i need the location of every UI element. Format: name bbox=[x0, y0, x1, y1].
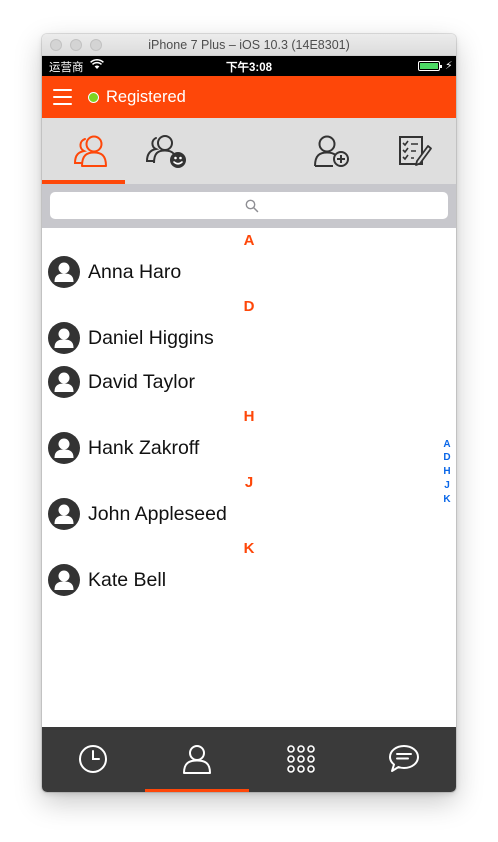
avatar bbox=[48, 564, 80, 596]
simulator-window: iPhone 7 Plus – iOS 10.3 (14E8301) 运营商 下… bbox=[42, 34, 456, 792]
tab-contacts-bottom[interactable] bbox=[145, 727, 248, 792]
section-header-a: A bbox=[243, 232, 255, 249]
index-letter-d[interactable]: D bbox=[440, 452, 454, 463]
avatar bbox=[48, 366, 80, 398]
contact-row-david-taylor[interactable]: David Taylor bbox=[42, 362, 432, 402]
contact-person-icon bbox=[183, 745, 211, 774]
bottom-tab-bar bbox=[42, 727, 456, 792]
tab-contacts[interactable] bbox=[42, 118, 125, 184]
chat-bubble-icon bbox=[389, 745, 419, 772]
status-bar: 运营商 下午3:08 ⚡ bbox=[42, 56, 456, 76]
tab-messages[interactable] bbox=[352, 727, 455, 792]
contact-name: Anna Haro bbox=[88, 261, 182, 283]
contact-row-hank-zakroff[interactable]: Hank Zakroff bbox=[42, 428, 432, 468]
contact-name: Hank Zakroff bbox=[88, 437, 200, 459]
tab-add-contact[interactable] bbox=[290, 118, 373, 184]
search-icon bbox=[245, 199, 259, 213]
active-bottom-tab-indicator bbox=[145, 789, 249, 792]
tab-history[interactable] bbox=[42, 727, 145, 792]
contact-name: David Taylor bbox=[88, 371, 195, 393]
index-letter-j[interactable]: J bbox=[440, 480, 454, 491]
charging-bolt-icon: ⚡ bbox=[445, 60, 453, 72]
contact-row-daniel-higgins[interactable]: Daniel Higgins bbox=[42, 318, 432, 358]
contact-row-john-appleseed[interactable]: John Appleseed bbox=[42, 494, 432, 534]
window-titlebar: iPhone 7 Plus – iOS 10.3 (14E8301) bbox=[42, 34, 456, 56]
add-contact-icon bbox=[314, 135, 349, 167]
avatar bbox=[48, 322, 80, 354]
contacts-icon bbox=[73, 135, 107, 167]
registration-status-label: Registered bbox=[106, 88, 186, 106]
contact-row-kate-bell[interactable]: Kate Bell bbox=[42, 560, 432, 600]
section-header-k: K bbox=[243, 540, 255, 557]
index-letter-h[interactable]: H bbox=[440, 466, 454, 477]
search-bar bbox=[42, 184, 456, 228]
dialpad-icon bbox=[287, 745, 315, 773]
tab-buddies[interactable] bbox=[125, 118, 208, 184]
window-title: iPhone 7 Plus – iOS 10.3 (14E8301) bbox=[148, 38, 350, 52]
registration-status-dot bbox=[88, 92, 99, 103]
avatar bbox=[48, 256, 80, 288]
section-header-j: J bbox=[244, 474, 254, 491]
clock-icon bbox=[79, 745, 107, 773]
contact-row-anna-haro[interactable]: Anna Haro bbox=[42, 252, 432, 292]
contact-name: John Appleseed bbox=[88, 503, 227, 525]
avatar bbox=[48, 498, 80, 530]
index-letter-a[interactable]: A bbox=[440, 439, 454, 450]
battery-icon bbox=[418, 61, 442, 71]
section-header-h: H bbox=[243, 408, 255, 425]
section-header-d: D bbox=[243, 298, 255, 315]
contact-list: A Anna Haro D Daniel Higgins David Taylo… bbox=[42, 228, 456, 727]
tab-checklist[interactable] bbox=[373, 118, 456, 184]
hamburger-menu-icon[interactable] bbox=[52, 86, 74, 108]
search-input[interactable] bbox=[50, 192, 448, 219]
status-time: 下午3:08 bbox=[225, 62, 273, 74]
app-header: Registered bbox=[42, 76, 456, 118]
contact-name: Daniel Higgins bbox=[88, 327, 214, 349]
buddy-group-icon bbox=[145, 135, 186, 168]
avatar bbox=[48, 432, 80, 464]
index-letter-k[interactable]: K bbox=[440, 494, 454, 505]
contact-name: Kate Bell bbox=[88, 569, 167, 591]
tab-dialpad[interactable] bbox=[249, 727, 352, 792]
checklist-edit-icon bbox=[399, 136, 432, 166]
top-tab-bar bbox=[42, 118, 456, 184]
